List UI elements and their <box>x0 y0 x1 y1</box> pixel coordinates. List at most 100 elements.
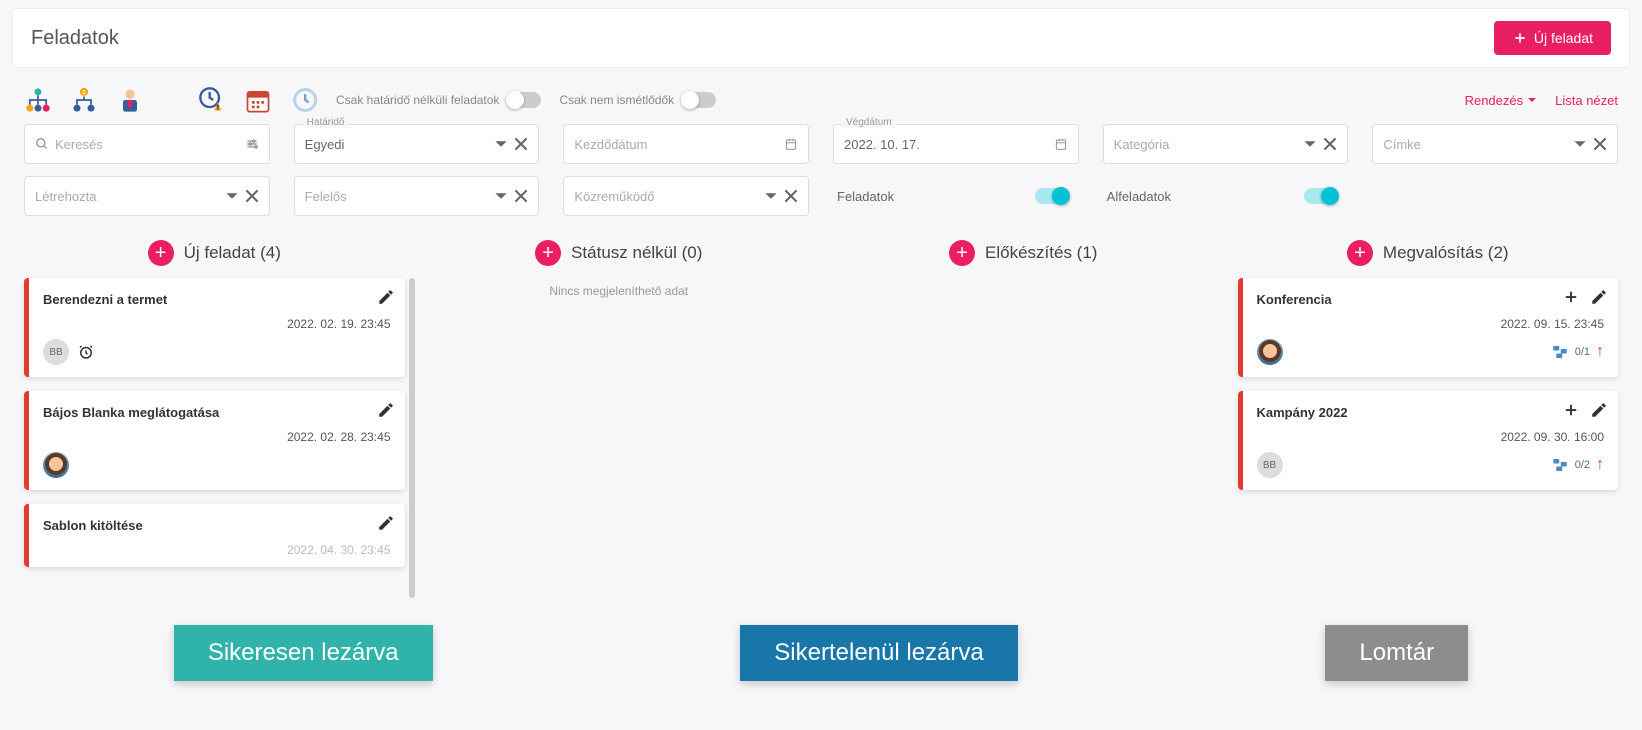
toolbar: $ Csak határidő nélküli feladatok Csak n… <box>0 76 1642 124</box>
subtask-count: 0/2 <box>1575 459 1590 471</box>
edit-icon[interactable] <box>1590 288 1608 306</box>
close-icon[interactable] <box>514 137 528 151</box>
filter-row-2: Létrehozta Felelős Közreműködő Feladatok… <box>0 176 1642 228</box>
column-implementation: + Megvalósítás (2) Konferencia 2022. 09.… <box>1238 234 1619 581</box>
close-icon[interactable] <box>1323 137 1337 151</box>
add-card-button[interactable]: + <box>949 240 975 266</box>
column-header: + Előkészítés (1) <box>833 234 1214 278</box>
collaborator-select[interactable]: Közreműködő <box>563 176 809 216</box>
search-placeholder: Keresés <box>55 137 245 152</box>
card-date: 2022. 02. 19. 23:45 <box>43 317 391 331</box>
close-icon[interactable] <box>245 189 259 203</box>
column-preparation: + Előkészítés (1) <box>833 234 1214 581</box>
tasks-toggle-switch[interactable] <box>1035 188 1069 204</box>
dropzone-trash[interactable]: Lomtár <box>1325 625 1468 681</box>
history-icon[interactable] <box>290 86 318 114</box>
toggle-non-recurring-switch[interactable] <box>682 92 716 108</box>
subtasks-toggle-switch[interactable] <box>1304 188 1338 204</box>
list-view-label: Lista nézet <box>1555 93 1618 108</box>
list-view-link[interactable]: Lista nézet <box>1555 93 1618 108</box>
close-icon[interactable] <box>514 189 528 203</box>
time-icon-group <box>198 86 318 114</box>
deadline-select[interactable]: Határidő Egyedi <box>294 124 540 164</box>
card-date: 2022. 02. 28. 23:45 <box>43 430 391 444</box>
toggle-no-deadline-switch[interactable] <box>507 92 541 108</box>
scrollbar[interactable] <box>409 278 415 598</box>
dropzone-row: Sikeresen lezárva Sikertelenül lezárva L… <box>0 605 1642 691</box>
created-by-placeholder: Létrehozta <box>35 189 225 204</box>
dropzone-success[interactable]: Sikeresen lezárva <box>174 625 433 681</box>
add-card-button[interactable]: + <box>148 240 174 266</box>
edit-icon[interactable] <box>377 514 395 532</box>
toggle-non-recurring-label: Csak nem ismétlődők <box>559 93 674 107</box>
tag-placeholder: Címke <box>1383 137 1573 152</box>
card-title: Kampány 2022 <box>1257 405 1605 420</box>
task-card[interactable]: Konferencia 2022. 09. 15. 23:45 0/1 ↑ <box>1238 278 1619 377</box>
card-date: 2022. 09. 30. 16:00 <box>1257 430 1605 444</box>
calendar-icon[interactable] <box>244 86 272 114</box>
chevron-down-icon <box>1303 137 1317 151</box>
org-chart-icon[interactable] <box>24 86 52 114</box>
end-date-field-label: Végdátum <box>842 117 896 128</box>
priority-up-icon: ↑ <box>1596 343 1604 361</box>
deadline-value: Egyedi <box>305 137 495 152</box>
column-title: Új feladat (4) <box>184 243 281 263</box>
toggle-non-recurring: Csak nem ismétlődők <box>559 92 716 108</box>
column-title: Státusz nélkül (0) <box>571 243 702 263</box>
responsible-placeholder: Felelős <box>305 189 495 204</box>
chevron-down-icon <box>225 189 239 203</box>
responsible-select[interactable]: Felelős <box>294 176 540 216</box>
card-title: Bájos Blanka meglátogatása <box>43 405 391 420</box>
sort-label: Rendezés <box>1465 93 1524 108</box>
dropzone-fail-label: Sikertelenül lezárva <box>774 639 983 666</box>
end-date-value: 2022. 10. 17. <box>844 137 1054 152</box>
task-card[interactable]: Kampány 2022 2022. 09. 30. 16:00 BB 0/2 … <box>1238 391 1619 490</box>
card-date: 2022. 09. 15. 23:45 <box>1257 317 1605 331</box>
task-card[interactable]: Sablon kitöltése 2022. 04. 30. 23:45 <box>24 504 405 567</box>
close-icon[interactable] <box>784 189 798 203</box>
plus-icon <box>1512 30 1528 46</box>
toggle-no-deadline: Csak határidő nélküli feladatok <box>336 92 541 108</box>
plus-icon[interactable] <box>1562 401 1580 419</box>
end-date-input[interactable]: Végdátum 2022. 10. 17. <box>833 124 1079 164</box>
avatar: BB <box>43 339 69 365</box>
money-chart-icon[interactable]: $ <box>70 86 98 114</box>
card-title: Sablon kitöltése <box>43 518 391 533</box>
task-card[interactable]: Berendezni a termet 2022. 02. 19. 23:45 … <box>24 278 405 377</box>
edit-icon[interactable] <box>1590 401 1608 419</box>
dropzone-success-label: Sikeresen lezárva <box>208 639 399 666</box>
calendar-icon <box>784 137 798 151</box>
sort-dropdown[interactable]: Rendezés <box>1465 93 1538 108</box>
close-icon[interactable] <box>1593 137 1607 151</box>
new-task-button-label: Új feladat <box>1534 30 1593 46</box>
edit-icon[interactable] <box>377 288 395 306</box>
column-title: Megvalósítás (2) <box>1383 243 1509 263</box>
chevron-down-icon <box>1573 137 1587 151</box>
category-select[interactable]: Kategória <box>1103 124 1349 164</box>
created-by-select[interactable]: Létrehozta <box>24 176 270 216</box>
person-icon[interactable] <box>116 86 144 114</box>
task-card[interactable]: Bájos Blanka meglátogatása 2022. 02. 28.… <box>24 391 405 490</box>
tune-icon[interactable] <box>245 137 259 151</box>
priority-up-icon: ↑ <box>1596 456 1604 474</box>
tag-select[interactable]: Címke <box>1372 124 1618 164</box>
alarm-icon <box>77 343 95 361</box>
search-input[interactable]: Keresés <box>24 124 270 164</box>
column-header: + Megvalósítás (2) <box>1238 234 1619 278</box>
card-title: Konferencia <box>1257 292 1605 307</box>
edit-icon[interactable] <box>377 401 395 419</box>
add-card-button[interactable]: + <box>1347 240 1373 266</box>
chevron-down-icon <box>494 137 508 151</box>
plus-icon[interactable] <box>1562 288 1580 306</box>
column-title: Előkészítés (1) <box>985 243 1097 263</box>
new-task-button[interactable]: Új feladat <box>1494 21 1611 55</box>
start-date-input[interactable]: Kezdődátum <box>563 124 809 164</box>
column-header: + Új feladat (4) <box>24 234 405 278</box>
dropzone-fail[interactable]: Sikertelenül lezárva <box>740 625 1017 681</box>
subtasks-icon <box>1551 343 1569 361</box>
add-card-button[interactable]: + <box>535 240 561 266</box>
clock-warning-icon[interactable] <box>198 86 226 114</box>
chevron-down-icon <box>494 189 508 203</box>
avatar: BB <box>1257 452 1283 478</box>
category-placeholder: Kategória <box>1114 137 1304 152</box>
